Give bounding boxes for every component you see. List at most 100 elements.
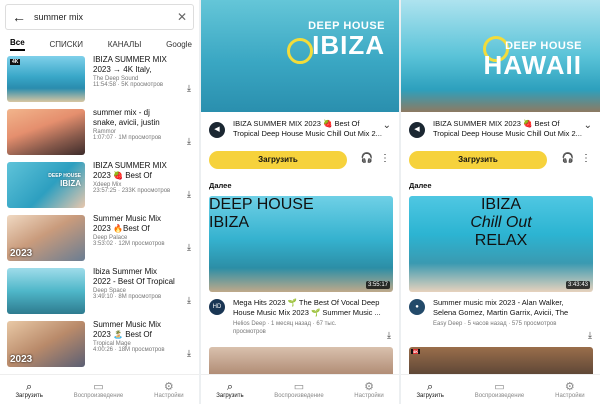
channel-avatar[interactable]: ● [409, 299, 425, 315]
result-meta: 1:07:07 · 1M просмотров [93, 135, 162, 141]
thumbnail-text: DEEP HOUSE IBIZA [209, 196, 314, 231]
video-player[interactable]: DEEP HOUSE HAWAII [401, 0, 600, 112]
headphones-icon[interactable]: 🎧 [562, 153, 574, 164]
channel-avatar[interactable]: ◀ [209, 122, 225, 138]
download-icon[interactable]: ⤓ [588, 330, 592, 341]
recommended-thumbnail[interactable]: DEEP HOUSE IBIZA 3:55:17 [209, 196, 393, 292]
download-icon[interactable]: ⤓ [187, 348, 191, 359]
result-title[interactable]: IBIZA SUMMER MIX 2023 🍓 Best Of Tropical… [93, 161, 175, 181]
video-title: IBIZA SUMMER MIX 2023 🍓 Best Of Tropical… [233, 119, 382, 138]
result-title[interactable]: IBIZA SUMMER MIX 2023 → 4K Italy, Greece… [93, 55, 175, 75]
up-next-label: Далее [209, 181, 232, 190]
download-icon[interactable]: ⤓ [187, 295, 191, 306]
channel-avatar[interactable]: HD [209, 299, 225, 315]
thumbnail-text: DEEP HOUSE IBIZA [48, 173, 81, 188]
expand-icon[interactable]: ⌄ [383, 120, 391, 131]
filter-tab-all[interactable]: Все [10, 38, 25, 51]
download-button[interactable]: Загрузить [209, 151, 347, 169]
recommended-title[interactable]: Summer music mix 2023 - Alan Walker, Sel… [433, 298, 585, 318]
screens: ← summer mix ✕ Все СПИСКИ КАНАЛЫ Google … [0, 0, 600, 404]
result-title[interactable]: Ibiza Summer Mix 2022 - Best Of Tropical… [93, 267, 175, 287]
playback-icon: ▭ [494, 380, 505, 393]
bottom-navigation: ⌕ Загрузить ▭ Воспроизведение ⚙ Настройк… [401, 374, 600, 404]
video-info: ◀ IBIZA SUMMER MIX 2023 🍓 Best Of Tropic… [201, 116, 399, 148]
download-icon[interactable]: ⤓ [187, 83, 191, 94]
nav-playback[interactable]: ▭ Воспроизведение [274, 381, 324, 399]
nav-playback[interactable]: ▭ Воспроизведение [74, 381, 124, 399]
hero-overlay-text: DEEP HOUSE IBIZA [308, 20, 385, 60]
expand-icon[interactable]: ⌄ [584, 120, 592, 131]
nav-playback[interactable]: ▭ Воспроизведение [475, 381, 525, 399]
next-thumbnail-preview[interactable] [209, 347, 393, 375]
video-duration: 3:55:17 [365, 281, 390, 289]
video-thumbnail[interactable] [7, 268, 85, 314]
next-thumbnail-preview[interactable]: 4K [409, 347, 593, 375]
recommended-title[interactable]: Mega Hits 2023 🌱 The Best Of Vocal Deep … [233, 298, 385, 318]
search-result-item[interactable]: DEEP HOUSE IBIZA IBIZA SUMMER MIX 2023 🍓… [0, 160, 199, 212]
more-options-icon[interactable]: ⋮ [380, 153, 390, 164]
search-result-item[interactable]: 4K IBIZA SUMMER MIX 2023 → 4K Italy, Gre… [0, 54, 199, 106]
search-bar[interactable]: ← summer mix ✕ [5, 4, 194, 30]
filter-tab-google[interactable]: Google [166, 40, 192, 49]
up-next-label: Далее [409, 181, 432, 190]
nav-settings[interactable]: ⚙ Настройки [555, 381, 584, 399]
search-icon: ⌕ [226, 380, 234, 393]
search-input[interactable]: summer mix [28, 12, 177, 22]
result-meta: 11:54:58 · 5K просмотров [93, 82, 164, 88]
recommended-meta: Helios Deep · 1 месяц назад · 67 тыс. пр… [233, 321, 337, 335]
result-meta: 3:49:10 · 8M просмотров [93, 294, 162, 300]
video-title: IBIZA SUMMER MIX 2023 🍓 Best Of Tropical… [433, 119, 582, 138]
result-title[interactable]: Summer Music Mix 2023 🔥Best Of Vocals De… [93, 214, 175, 234]
nav-download[interactable]: ⌕ Загрузить [216, 381, 243, 399]
player-screen: DEEP HOUSE HAWAII ◀ IBIZA SUMMER MIX 202… [401, 0, 600, 404]
quality-badge: 4K [10, 59, 21, 65]
channel-avatar[interactable]: ◀ [409, 122, 425, 138]
result-title[interactable]: Summer Music Mix 2023 🏝️ Best Of Vocals … [93, 320, 175, 340]
back-arrow-icon[interactable]: ← [12, 9, 28, 25]
clear-icon[interactable]: ✕ [177, 10, 187, 24]
video-thumbnail[interactable]: DEEP HOUSE IBIZA [7, 162, 85, 208]
download-icon[interactable]: ⤓ [187, 136, 191, 147]
download-icon[interactable]: ⤓ [187, 242, 191, 253]
search-result-item[interactable]: Ibiza Summer Mix 2022 - Best Of Tropical… [0, 266, 199, 318]
bottom-navigation: ⌕ Загрузить ▭ Воспроизведение ⚙ Настройк… [0, 374, 199, 404]
hero-overlay-text: DEEP HOUSE HAWAII [483, 40, 582, 80]
thumbnail-year: 2023 [10, 354, 33, 365]
headphones-icon[interactable]: 🎧 [361, 153, 373, 164]
search-icon: ⌕ [427, 380, 434, 393]
video-thumbnail[interactable] [7, 109, 85, 155]
search-result-item[interactable]: summer mix - dj snake, avicii, justin bi… [0, 107, 199, 159]
video-thumbnail[interactable]: 2023 [7, 215, 85, 261]
bottom-navigation: ⌕ Загрузить ▭ Воспроизведение ⚙ Настройк… [201, 374, 399, 404]
more-options-icon[interactable]: ⋮ [581, 153, 591, 164]
search-screen: ← summer mix ✕ Все СПИСКИ КАНАЛЫ Google … [0, 0, 199, 404]
quality-badge: 4K [411, 349, 421, 354]
video-player[interactable]: DEEP HOUSE IBIZA [201, 0, 399, 112]
nav-download[interactable]: ⌕ Загрузить [15, 381, 42, 399]
video-thumbnail[interactable]: 2023 [7, 321, 85, 367]
nav-download[interactable]: ⌕ Загрузить [416, 381, 443, 399]
download-icon[interactable]: ⤓ [387, 330, 391, 341]
video-info: ◀ IBIZA SUMMER MIX 2023 🍓 Best Of Tropic… [401, 116, 600, 148]
result-meta: 23:57:25 · 233K просмотров [93, 188, 171, 194]
result-title[interactable]: summer mix - dj snake, avicii, justin bi… [93, 108, 175, 128]
nav-settings[interactable]: ⚙ Настройки [354, 381, 383, 399]
thumbnail-year: 2023 [10, 248, 33, 259]
search-result-item[interactable]: 2023 Summer Music Mix 2023 🔥Best Of Voca… [0, 213, 199, 265]
search-results-list: 4K IBIZA SUMMER MIX 2023 → 4K Italy, Gre… [0, 54, 199, 372]
thumbnail-text: IBIZA Chill Out RELAX [470, 196, 532, 249]
video-thumbnail[interactable]: 4K [7, 56, 85, 102]
nav-settings[interactable]: ⚙ Настройки [154, 381, 183, 399]
result-meta: 4:00:26 · 18M просмотров [93, 347, 165, 353]
gear-icon: ⚙ [564, 380, 575, 393]
filter-tab-channels[interactable]: КАНАЛЫ [108, 40, 142, 49]
search-result-item[interactable]: 2023 Summer Music Mix 2023 🏝️ Best Of Vo… [0, 319, 199, 371]
search-filter-tabs: Все СПИСКИ КАНАЛЫ Google [0, 35, 199, 53]
filter-tab-playlists[interactable]: СПИСКИ [49, 40, 82, 49]
recommended-meta: Easy Deep · 5 часов назад · 575 просмотр… [433, 321, 557, 327]
recommended-thumbnail[interactable]: IBIZA Chill Out RELAX 3:43:43 [409, 196, 593, 292]
download-icon[interactable]: ⤓ [187, 189, 191, 200]
playback-icon: ▭ [93, 380, 104, 393]
gear-icon: ⚙ [163, 380, 174, 393]
download-button[interactable]: Загрузить [409, 151, 547, 169]
